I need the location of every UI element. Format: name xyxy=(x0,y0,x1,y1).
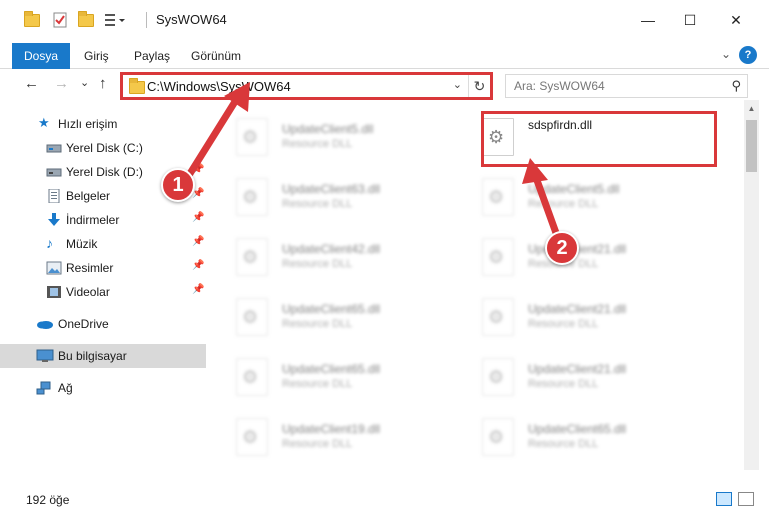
details-view-icon[interactable] xyxy=(716,492,732,506)
scrollbar-thumb[interactable] xyxy=(746,120,757,172)
callout-badge-2: 2 xyxy=(545,231,579,265)
status-bar: 192 öğe xyxy=(0,488,769,510)
scroll-up-icon[interactable]: ▲ xyxy=(744,104,759,113)
large-icons-view-icon[interactable] xyxy=(738,492,754,506)
callout-badge-1: 1 xyxy=(161,168,195,202)
annotation-arrows xyxy=(182,82,564,248)
vertical-scrollbar[interactable]: ▲ xyxy=(744,100,759,470)
item-count: 192 öğe xyxy=(26,493,70,507)
